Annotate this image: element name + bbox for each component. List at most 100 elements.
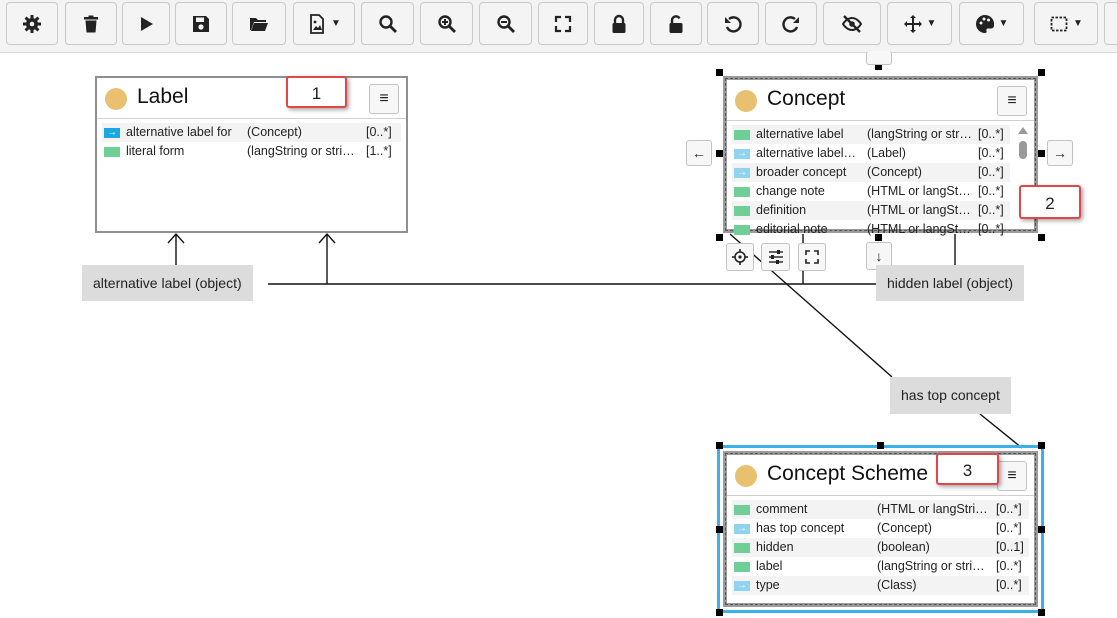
relation-arrow-icon: → bbox=[734, 168, 750, 178]
resize-handle[interactable] bbox=[1038, 609, 1045, 616]
filter-settings-button[interactable] bbox=[761, 243, 790, 271]
crosshair-icon bbox=[732, 249, 748, 265]
expand-left-button[interactable]: ← bbox=[686, 140, 712, 166]
property-cardinality: [0..*] bbox=[978, 127, 1004, 141]
sliders-icon bbox=[768, 250, 783, 264]
property-name: hidden bbox=[756, 540, 794, 554]
hamburger-icon: ≡ bbox=[379, 90, 389, 107]
relation-arrow-icon: → bbox=[734, 149, 750, 159]
card-menu-button[interactable]: ≡ bbox=[369, 84, 399, 114]
resize-handle[interactable] bbox=[875, 234, 882, 241]
class-circle-icon bbox=[735, 90, 757, 112]
property-cardinality: [0..*] bbox=[978, 146, 1004, 160]
card-header: Label ≡ bbox=[97, 78, 406, 119]
arrow-left-icon: ← bbox=[692, 145, 706, 161]
label-class-card[interactable]: Label ≡ → alternative label for (Concept) [… bbox=[95, 76, 408, 233]
attribute-square-icon bbox=[734, 206, 750, 216]
property-cardinality: [0..*] bbox=[996, 502, 1022, 516]
property-name: has top concept bbox=[756, 521, 845, 535]
property-type: (HTML or langSt… bbox=[867, 184, 971, 198]
property-list: comment (HTML or langStri… [0..*] → has top … bbox=[732, 500, 1029, 595]
card-menu-button[interactable]: ≡ bbox=[997, 86, 1027, 116]
property-name: alternative label bbox=[756, 127, 844, 141]
property-row[interactable]: definition (HTML or langSt… [0..*] bbox=[732, 201, 1010, 220]
property-list: → alternative label for (Concept) [0..*] lit… bbox=[102, 123, 401, 161]
resize-handle[interactable] bbox=[1038, 442, 1045, 449]
attribute-square-icon bbox=[734, 562, 750, 572]
property-name: editorial note bbox=[756, 222, 828, 236]
callout-3: 3 bbox=[936, 453, 999, 485]
attribute-square-icon bbox=[734, 505, 750, 515]
expand-icon bbox=[805, 250, 819, 264]
property-name: definition bbox=[756, 203, 807, 217]
arrow-right-icon: → bbox=[1053, 145, 1067, 161]
property-row[interactable]: → broader concept (Concept) [0..*] bbox=[732, 163, 1010, 182]
expand-up-button[interactable] bbox=[866, 51, 892, 65]
resize-handle[interactable] bbox=[716, 609, 723, 616]
class-circle-icon bbox=[105, 88, 127, 110]
relation-arrow-icon: → bbox=[104, 128, 120, 138]
property-row[interactable]: label (langString or stri… [0..*] bbox=[732, 557, 1029, 576]
resize-handle[interactable] bbox=[716, 234, 723, 241]
resize-handle[interactable] bbox=[1038, 526, 1045, 533]
property-cardinality: [1..*] bbox=[366, 144, 392, 158]
property-name: label bbox=[756, 559, 783, 573]
resize-handle[interactable] bbox=[1038, 234, 1045, 241]
property-row[interactable]: alternative label (langString or str… [0..… bbox=[732, 125, 1010, 144]
property-cardinality: [0..*] bbox=[978, 222, 1004, 236]
property-type: (langString or stri… bbox=[877, 559, 985, 573]
property-row[interactable]: change note (HTML or langSt… [0..*] bbox=[732, 182, 1010, 201]
resize-handle[interactable] bbox=[716, 69, 723, 76]
card-title: Label bbox=[137, 85, 189, 108]
attribute-square-icon bbox=[104, 147, 120, 157]
property-type: (langString or str… bbox=[867, 127, 972, 141]
property-row[interactable]: → type (Class) [0..*] bbox=[732, 576, 1029, 595]
property-row[interactable]: literal form (langString or stri… [1..*] bbox=[102, 142, 401, 161]
property-list: alternative label (langString or str… [0..… bbox=[732, 125, 1010, 239]
property-row[interactable]: → has top concept (Concept) [0..*] bbox=[732, 519, 1029, 538]
property-type: (langString or stri… bbox=[247, 144, 355, 158]
property-type: (Label) bbox=[867, 146, 906, 160]
attribute-square-icon bbox=[734, 225, 750, 235]
callout-1: 1 bbox=[286, 76, 347, 108]
card-title: Concept bbox=[767, 87, 846, 110]
card-menu-button[interactable]: ≡ bbox=[997, 461, 1027, 491]
property-cardinality: [0..*] bbox=[978, 165, 1004, 179]
property-cardinality: [0..*] bbox=[978, 203, 1004, 217]
arrow-down-icon: ↓ bbox=[875, 248, 883, 264]
property-row[interactable]: → alternative label… (Label) [0..*] bbox=[732, 144, 1010, 163]
property-row[interactable]: editorial note (HTML or langSt… [0..*] bbox=[732, 220, 1010, 239]
attribute-square-icon bbox=[734, 543, 750, 553]
edge-label-alternative-label[interactable]: alternative label (object) bbox=[82, 265, 253, 301]
hamburger-icon: ≡ bbox=[1007, 92, 1017, 109]
resize-handle[interactable] bbox=[877, 442, 884, 449]
property-type: (Class) bbox=[877, 578, 917, 592]
property-type: (Concept) bbox=[877, 521, 932, 535]
focus-button[interactable] bbox=[726, 243, 754, 271]
property-cardinality: [0..*] bbox=[996, 578, 1022, 592]
resize-handle[interactable] bbox=[716, 526, 723, 533]
property-row[interactable]: hidden (boolean) [0..1] bbox=[732, 538, 1029, 557]
property-row[interactable]: → alternative label for (Concept) [0..*] bbox=[102, 123, 401, 142]
property-name: alternative label for bbox=[126, 125, 232, 139]
resize-handle[interactable] bbox=[716, 150, 723, 157]
resize-handle[interactable] bbox=[1038, 69, 1045, 76]
property-name: type bbox=[756, 578, 780, 592]
resize-handle[interactable] bbox=[1038, 150, 1045, 157]
property-type: (HTML or langSt… bbox=[867, 203, 971, 217]
fit-card-button[interactable] bbox=[798, 243, 826, 271]
hamburger-icon: ≡ bbox=[1007, 467, 1017, 484]
property-cardinality: [0..1] bbox=[996, 540, 1024, 554]
property-type: (Concept) bbox=[247, 125, 302, 139]
resize-handle[interactable] bbox=[716, 442, 723, 449]
concept-class-card[interactable]: Concept ≡ alternative label (langString o… bbox=[723, 76, 1038, 236]
property-name: literal form bbox=[126, 144, 185, 158]
edge-label-hidden-label[interactable]: hidden label (object) bbox=[876, 265, 1025, 301]
edge-label-has-top-concept[interactable]: has top concept bbox=[890, 377, 1011, 414]
property-cardinality: [0..*] bbox=[366, 125, 392, 139]
attribute-square-icon bbox=[734, 130, 750, 140]
property-row[interactable]: comment (HTML or langStri… [0..*] bbox=[732, 500, 1029, 519]
property-type: (HTML or langStri… bbox=[877, 502, 988, 516]
expand-right-button[interactable]: → bbox=[1047, 140, 1073, 166]
card-header: Concept ≡ bbox=[727, 80, 1034, 121]
